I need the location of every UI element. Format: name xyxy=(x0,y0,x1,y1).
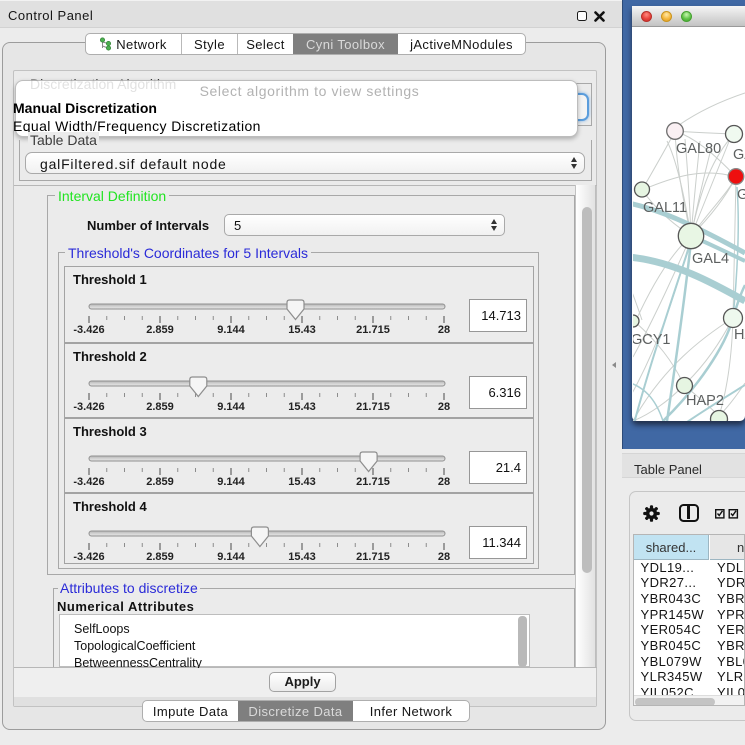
svg-text:15.43: 15.43 xyxy=(288,551,316,563)
svg-text:15.43: 15.43 xyxy=(288,324,316,336)
svg-text:-3.426: -3.426 xyxy=(73,324,104,336)
svg-text:2.859: 2.859 xyxy=(146,476,174,488)
svg-text:GAL11: GAL11 xyxy=(643,200,687,216)
svg-text:21.715: 21.715 xyxy=(356,476,390,488)
svg-text:GAL4: GAL4 xyxy=(692,251,729,267)
svg-text:15.43: 15.43 xyxy=(288,401,316,413)
svg-text:GAL80: GAL80 xyxy=(676,141,721,157)
svg-text:15.43: 15.43 xyxy=(288,476,316,488)
svg-text:9.144: 9.144 xyxy=(217,401,245,413)
svg-text:GCY1: GCY1 xyxy=(633,332,671,348)
svg-text:28: 28 xyxy=(438,401,450,413)
svg-text:28: 28 xyxy=(438,551,450,563)
svg-text:2.859: 2.859 xyxy=(146,401,174,413)
svg-text:-3.426: -3.426 xyxy=(73,401,104,413)
svg-text:-3.426: -3.426 xyxy=(73,551,104,563)
svg-text:-3.426: -3.426 xyxy=(73,476,104,488)
svg-text:28: 28 xyxy=(438,324,450,336)
svg-text:21.715: 21.715 xyxy=(356,324,390,336)
svg-text:2.859: 2.859 xyxy=(146,324,174,336)
svg-text:9.144: 9.144 xyxy=(217,324,245,336)
svg-text:GA: GA xyxy=(733,147,745,163)
svg-text:21.715: 21.715 xyxy=(356,551,390,563)
svg-text:HAP2: HAP2 xyxy=(686,393,724,409)
svg-text:21.715: 21.715 xyxy=(356,401,390,413)
svg-text:G: G xyxy=(737,187,745,203)
svg-text:HA: HA xyxy=(734,327,745,343)
svg-text:9.144: 9.144 xyxy=(217,551,245,563)
svg-text:9.144: 9.144 xyxy=(217,476,245,488)
svg-text:28: 28 xyxy=(438,476,450,488)
svg-text:2.859: 2.859 xyxy=(146,551,174,563)
